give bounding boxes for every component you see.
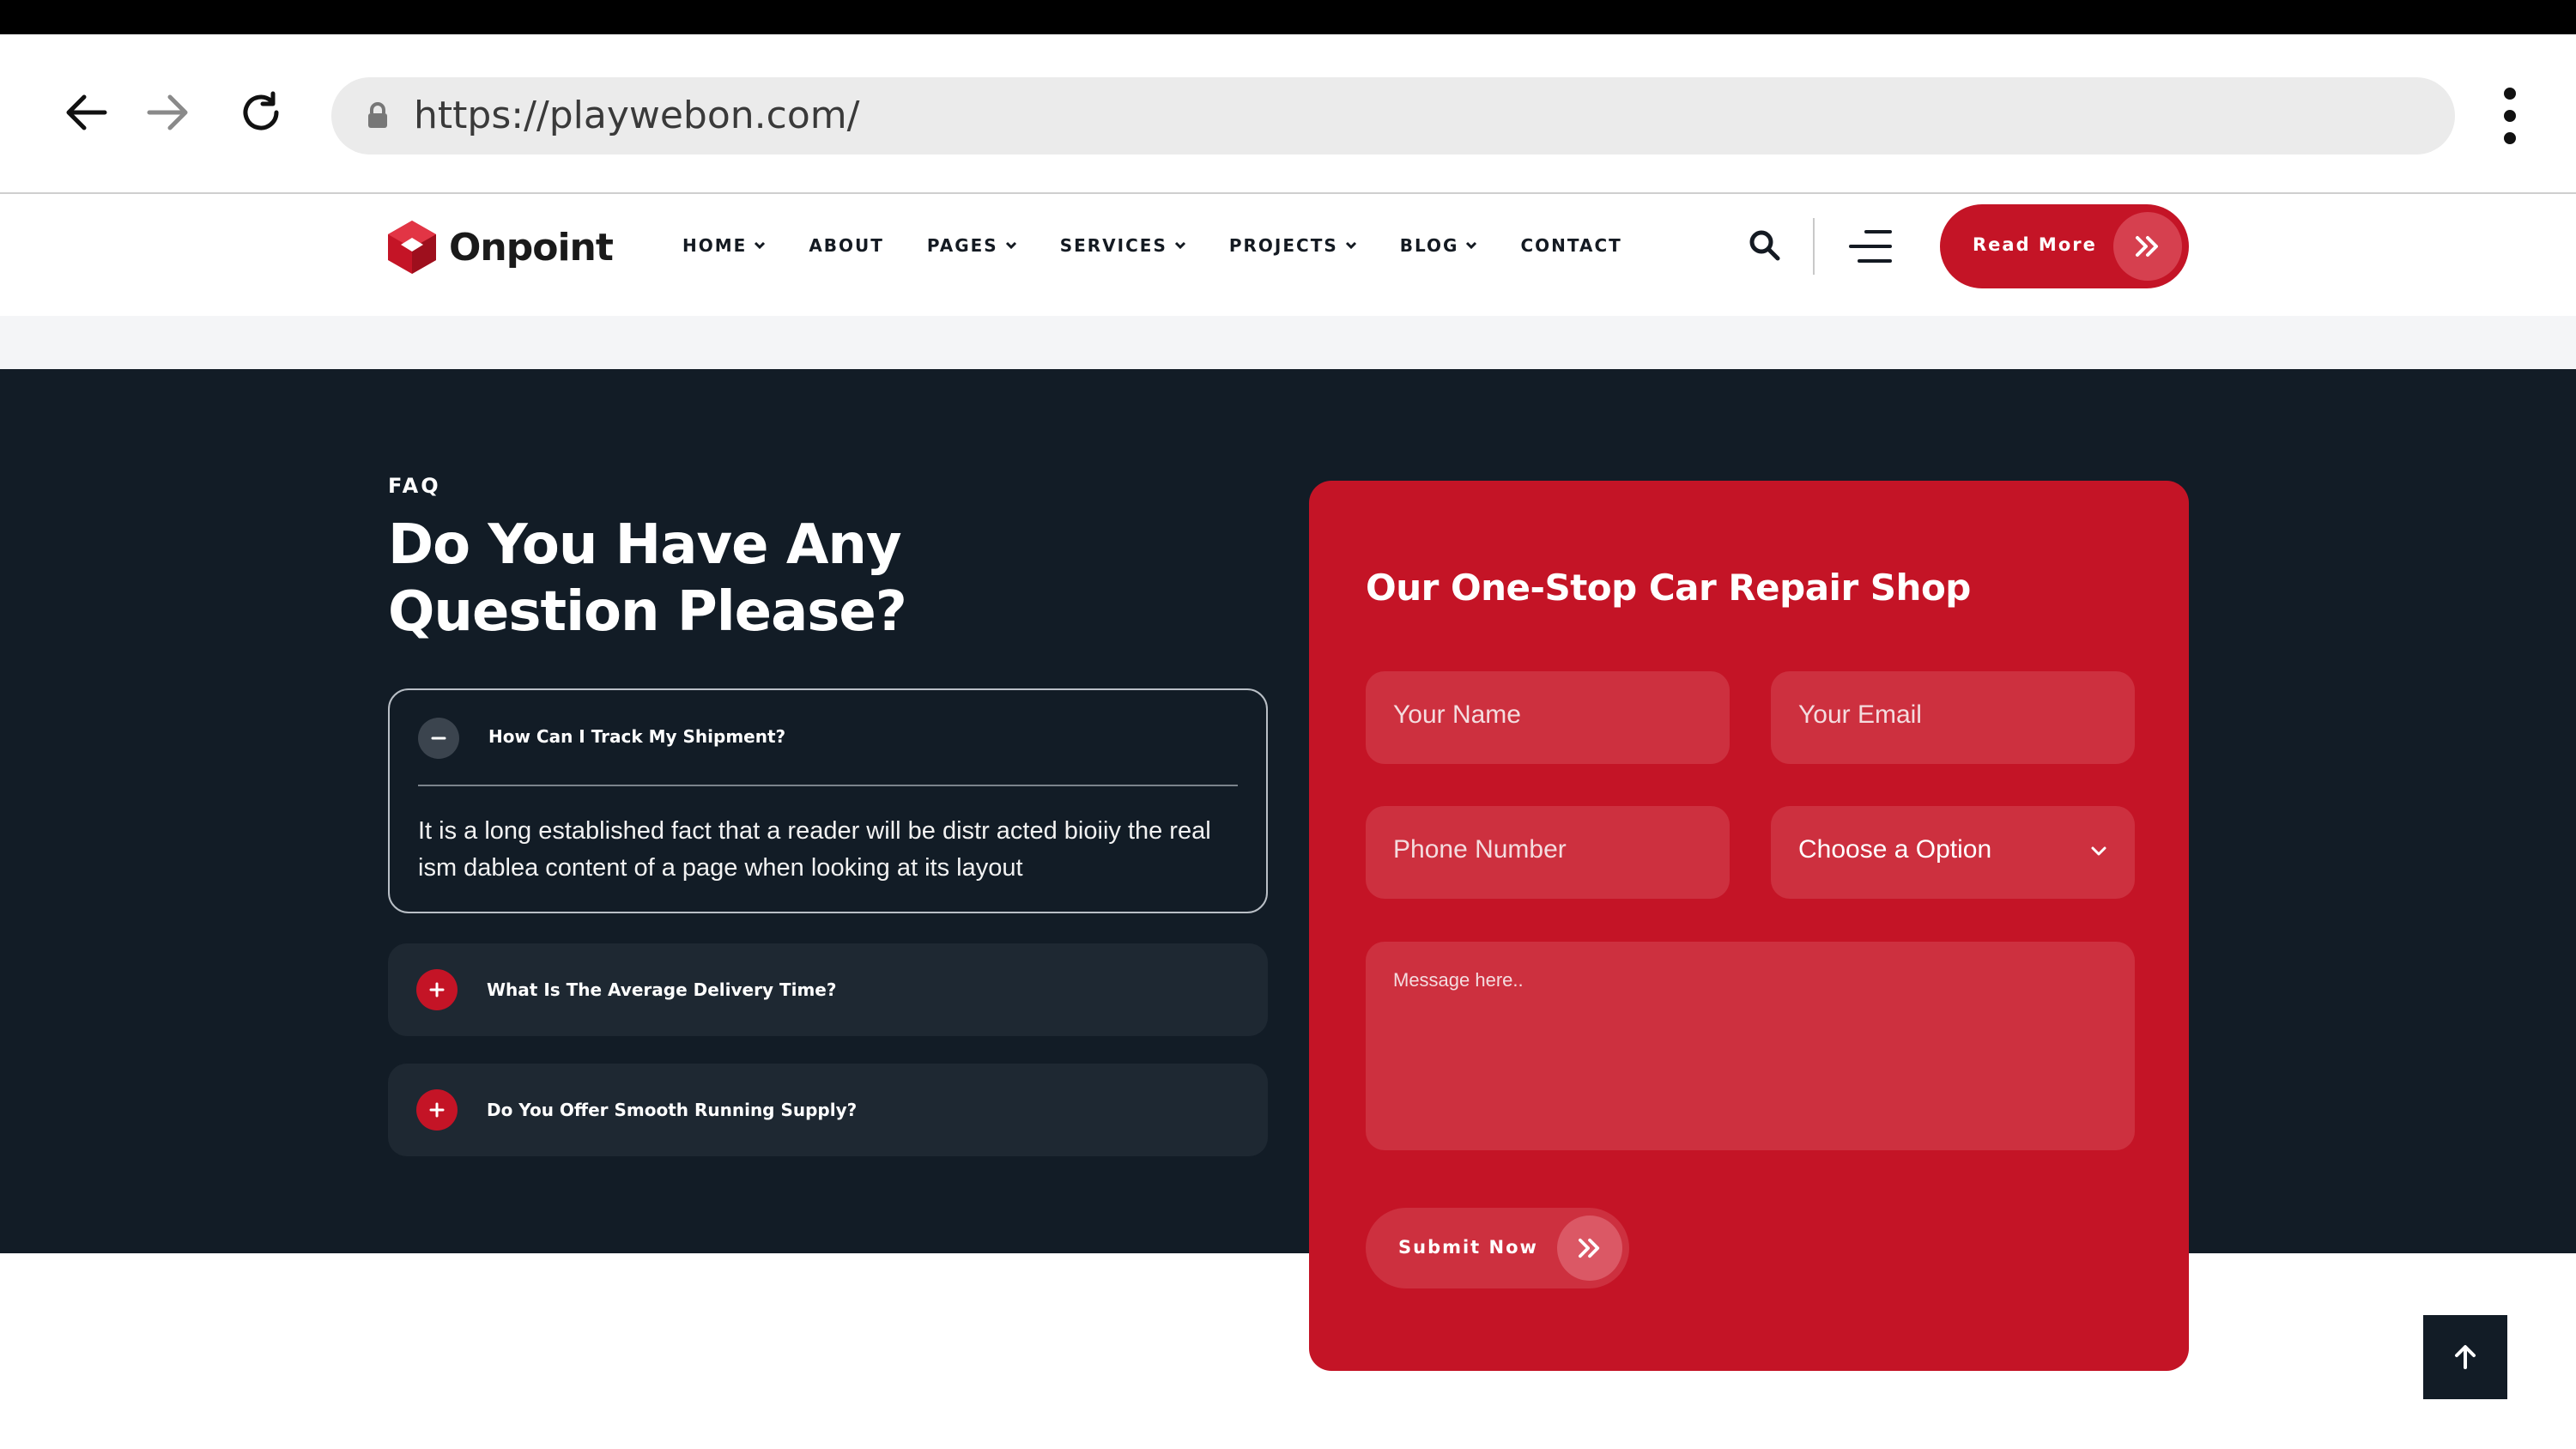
- chevron-down-icon: [1005, 241, 1016, 250]
- phone-placeholder: Phone Number: [1393, 835, 1567, 864]
- read-more-label: Read More: [1973, 234, 2097, 255]
- faq-item-collapsed[interactable]: What Is The Average Delivery Time?: [388, 943, 1268, 1036]
- forward-button[interactable]: [141, 85, 196, 140]
- faq-divider: [418, 785, 1238, 786]
- nav-pages-label: PAGES: [926, 235, 998, 256]
- nav-contact[interactable]: CONTACT: [1520, 235, 1621, 256]
- search-icon[interactable]: [1748, 228, 1782, 263]
- header-divider: [1813, 218, 1815, 275]
- faq-question[interactable]: Do You Offer Smooth Running Supply?: [487, 1100, 857, 1120]
- main-nav: HOME ABOUT PAGES SERVICES PROJECTS BLOG …: [682, 233, 1665, 258]
- back-arrow-icon: [66, 94, 107, 130]
- name-placeholder: Your Name: [1393, 700, 1521, 729]
- faq-title: Do You Have Any Question Please?: [388, 513, 907, 644]
- faq-item-collapsed[interactable]: Do You Offer Smooth Running Supply?: [388, 1064, 1268, 1156]
- nav-projects[interactable]: PROJECTS: [1229, 235, 1357, 256]
- back-to-top-button[interactable]: [2423, 1315, 2507, 1399]
- url-text: https://playwebon.com/: [414, 94, 860, 137]
- nav-contact-label: CONTACT: [1520, 235, 1622, 256]
- nav-home[interactable]: HOME: [682, 235, 766, 256]
- message-textarea[interactable]: Message here..: [1366, 942, 2135, 1150]
- logo-hexagon-icon: [388, 221, 436, 274]
- nav-services[interactable]: SERVICES: [1060, 235, 1186, 256]
- nav-projects-label: PROJECTS: [1228, 235, 1338, 256]
- faq-question[interactable]: How Can I Track My Shipment?: [488, 726, 785, 747]
- site-logo[interactable]: Onpoint: [385, 218, 614, 276]
- nav-services-label: SERVICES: [1059, 235, 1167, 256]
- nav-blog[interactable]: BLOG: [1400, 235, 1478, 256]
- contact-form-card: Our One-Stop Car Repair Shop Your Name Y…: [1309, 481, 2189, 1371]
- chevron-down-icon: [1174, 241, 1185, 250]
- faq-question[interactable]: What Is The Average Delivery Time?: [487, 979, 836, 1000]
- form-title: Our One-Stop Car Repair Shop: [1366, 567, 1971, 609]
- lock-icon: [368, 102, 387, 128]
- reload-icon: [243, 91, 279, 130]
- nav-home-label: HOME: [682, 235, 748, 256]
- hamburger-menu-icon[interactable]: [1849, 230, 1892, 263]
- faq-section: [0, 369, 2576, 1253]
- message-placeholder: Message here..: [1393, 969, 1524, 991]
- read-more-button[interactable]: Read More: [1940, 204, 2189, 288]
- name-input[interactable]: Your Name: [1366, 671, 1730, 764]
- option-select[interactable]: Choose a Option: [1771, 806, 2135, 899]
- arrow-up-icon: [2455, 1345, 2476, 1369]
- email-input[interactable]: Your Email: [1771, 671, 2135, 764]
- chevron-down-icon: [1345, 241, 1356, 250]
- back-button[interactable]: [58, 85, 113, 140]
- forward-arrow-icon: [147, 94, 188, 130]
- nav-about[interactable]: ABOUT: [809, 235, 884, 256]
- chevron-down-icon: [1466, 241, 1477, 250]
- nav-pages[interactable]: PAGES: [927, 235, 1017, 256]
- double-chevron-right-icon: [2113, 212, 2182, 281]
- reload-button[interactable]: [233, 85, 288, 140]
- faq-answer: It is a long established fact that a rea…: [418, 817, 1211, 882]
- email-placeholder: Your Email: [1798, 700, 1922, 729]
- address-bar[interactable]: https://playwebon.com/: [331, 77, 2455, 155]
- select-value: Choose a Option: [1798, 835, 1992, 864]
- chevron-down-icon: [755, 241, 766, 250]
- faq-eyebrow: FAQ: [388, 474, 441, 498]
- logo-text: Onpoint: [449, 225, 614, 270]
- status-bar: [0, 0, 2576, 34]
- minus-icon[interactable]: [418, 718, 459, 759]
- kebab-menu-icon[interactable]: [2489, 88, 2531, 144]
- header-divider-strip: [0, 316, 2576, 369]
- nav-blog-label: BLOG: [1399, 235, 1459, 256]
- double-chevron-right-icon: [1557, 1216, 1622, 1281]
- submit-button[interactable]: Submit Now: [1366, 1208, 1629, 1288]
- faq-item-expanded[interactable]: How Can I Track My Shipment? It is a lon…: [388, 688, 1268, 913]
- plus-icon[interactable]: [416, 969, 458, 1010]
- phone-input[interactable]: Phone Number: [1366, 806, 1730, 899]
- submit-label: Submit Now: [1398, 1237, 1538, 1258]
- chevron-down-icon: [2091, 846, 2106, 856]
- plus-icon[interactable]: [416, 1089, 458, 1131]
- nav-about-label: ABOUT: [809, 235, 884, 256]
